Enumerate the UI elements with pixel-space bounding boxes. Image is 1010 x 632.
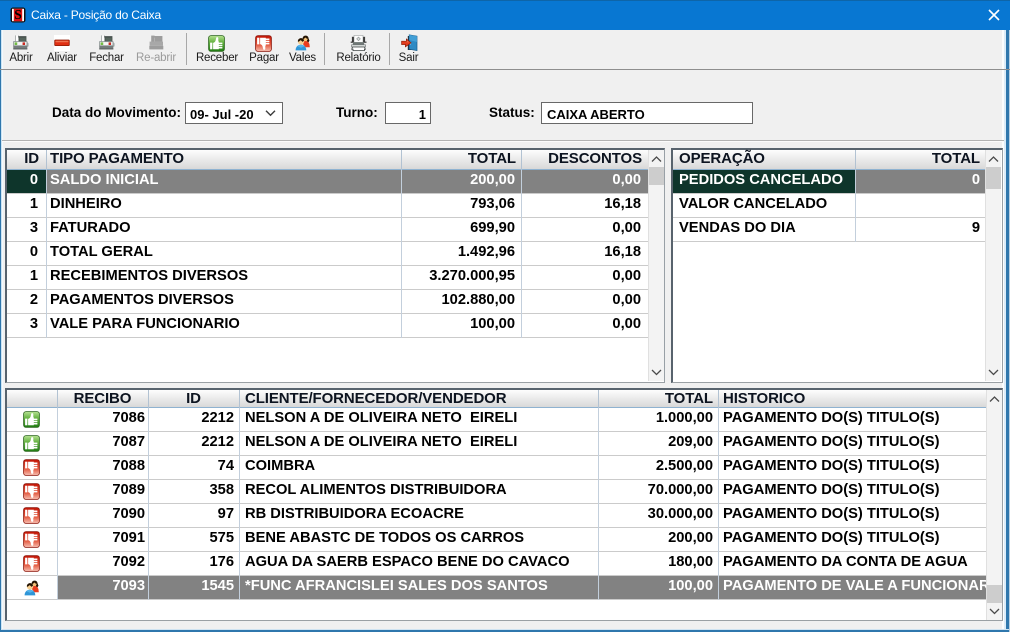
svg-text:S: S — [14, 7, 22, 22]
